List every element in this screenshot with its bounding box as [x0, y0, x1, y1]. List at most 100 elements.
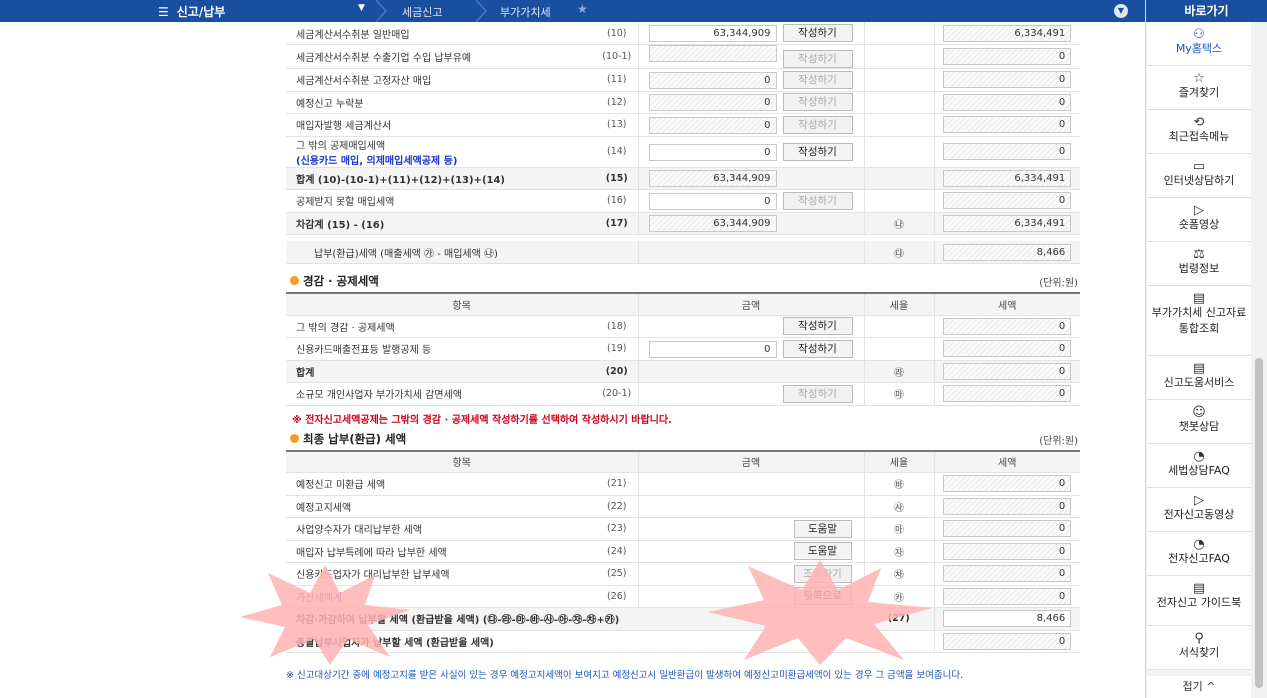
action-button[interactable]: 작성하기 [782, 142, 853, 161]
book-icon: ▤ [1192, 581, 1206, 596]
rate-symbol [863, 22, 934, 45]
col-header-tax: 세액 [933, 292, 1080, 316]
action-button[interactable]: 작성하기 [782, 317, 853, 336]
amount-field[interactable]: 63,344,909 [648, 25, 777, 42]
action-button[interactable]: 작성하기 [782, 339, 853, 358]
footnote: ※ 신고대상기간 중에 예정고지를 받은 사실이 있는 경우 예정고지세액이 보… [286, 670, 964, 681]
quick-link-item[interactable]: ⚇ My홈택스 [1147, 22, 1251, 66]
action-button[interactable]: 작성하기 [782, 50, 853, 68]
table-row: 세금계산서수취분 수출기업 수입 납부유예 (10-1) 작성하기 0 [286, 44, 1080, 69]
row-label: 합계 (10)-(10-1)+(11)+(12)+(13)+(14) [286, 167, 596, 190]
book-icon: ▤ [1192, 291, 1206, 306]
table-row: 총괄납부사업자가 납부할 세액 (환급받을 세액) 0 [286, 630, 1080, 653]
table-row: 예정신고 누락분 (12) 0 작성하기 0 [286, 91, 1080, 114]
top-nav-bar: ☰ 신고/납부 ▼ 세금신고 부가가치세 ★ ▼ [0, 0, 1145, 22]
tax-amount-field: 0 [943, 192, 1072, 210]
row-label: 신용카드매출전표등 발행공제 등 [286, 337, 596, 361]
action-button[interactable]: 작성하기 [782, 115, 853, 134]
row-label: 신용카드업자가 대리납부한 납부세액 [286, 562, 596, 586]
rate-symbol: ㉷ [863, 562, 934, 586]
rate-symbol: ㉴ [863, 495, 934, 518]
amount-field: 63,344,909 [648, 214, 777, 232]
chat-icon: ◔ [1193, 537, 1205, 552]
tax-amount-field: 0 [943, 520, 1072, 538]
main-menu-button[interactable]: ☰ 신고/납부 [158, 3, 225, 20]
row-number: (20) [596, 360, 638, 383]
quick-link-item[interactable]: ▷ 숏폼영상 [1147, 198, 1251, 242]
e-filing-credit-note: ※ 전자신고세액공제는 그밖의 경감 · 공제세액 작성하기를 선택하여 작성하… [292, 414, 672, 426]
row-number: (22) [596, 495, 638, 518]
quick-link-item[interactable]: ⚲ 서식찾기 [1147, 626, 1251, 670]
tax-amount-field: 0 [943, 497, 1072, 515]
row-number: (18) [596, 315, 638, 338]
action-button[interactable]: 작성하기 [782, 24, 853, 42]
row-label: 차감·가감하여 납부할 세액 (환급받을 세액) (㉰-㉱-㉲-㉳-㉴-㉵-㉶-… [286, 607, 864, 631]
quick-link-item[interactable]: ▤ 부가가치세 신고자료 통합조회 [1147, 286, 1251, 356]
collapse-button[interactable]: 접기 ^ [1147, 676, 1251, 698]
table-row: 차감·가감하여 납부할 세액 (환급받을 세액) (㉰-㉱-㉲-㉳-㉴-㉵-㉶-… [286, 607, 1080, 631]
quick-links-title: 바로가기 [1146, 0, 1267, 22]
row-label: 총괄납부사업자가 납부할 세액 (환급받을 세액) [286, 630, 934, 653]
tax-amount-field: 0 [943, 565, 1072, 583]
rate-symbol: ㉯ [863, 212, 934, 235]
row-label: 예정신고 미환급 세액 [286, 472, 596, 496]
action-button[interactable]: 뒷쪽으로 [793, 587, 852, 606]
row-number: (19) [596, 337, 638, 361]
tax-amount-field: 0 [943, 542, 1072, 560]
col-header-amount: 금액 [637, 449, 864, 473]
tax-amount-field: 0 [943, 632, 1072, 650]
quick-link-label: 세법상담FAQ [1168, 464, 1230, 477]
quick-link-item[interactable]: ▷ 전자신고동영상 [1147, 488, 1251, 532]
amount-field[interactable]: 0 [648, 340, 777, 358]
quick-link-item[interactable]: ◔ 전자신고FAQ [1147, 532, 1251, 576]
rate-symbol [863, 91, 934, 114]
row-number: (14) [596, 136, 638, 168]
quick-link-item[interactable]: ⟲ 최근접속메뉴 [1147, 110, 1251, 154]
action-button[interactable]: 작성하기 [782, 191, 853, 210]
row-number: (27) [864, 607, 934, 631]
chevron-down-icon[interactable]: ▼ [358, 3, 365, 13]
quick-link-item[interactable]: ▤ 신고도움서비스 [1147, 356, 1251, 400]
breadcrumb-separator-icon [375, 0, 388, 22]
reduction-section-header: 경감 · 공제세액 (단위:원) [286, 270, 1080, 292]
monitor-icon: ▭ [1192, 159, 1206, 174]
table-row: 매입자발행 세금계산서 (13) 0 작성하기 0 [286, 113, 1080, 137]
breadcrumb-tax-filing[interactable]: 세금신고 [402, 4, 442, 20]
quick-link-item[interactable]: ▤ 전자신고 가이드북 [1147, 576, 1251, 626]
row-number: (20-1) [596, 382, 638, 406]
quick-links-scrollbar[interactable] [1251, 22, 1267, 698]
col-header-item: 항목 [286, 449, 638, 473]
quick-link-item[interactable]: ▭ 인터넷상담하기 [1147, 154, 1251, 198]
action-button[interactable]: 작성하기 [782, 384, 853, 403]
tax-amount-field: 0 [943, 116, 1072, 134]
star-icon: ☆ [1193, 71, 1205, 86]
table-row: 합계 (10)-(10-1)+(11)+(12)+(13)+(14) (15) 63… [286, 167, 1080, 190]
row-number: (10) [596, 22, 638, 45]
recent-icon: ⟲ [1193, 115, 1205, 130]
favorite-star-icon[interactable]: ★ [577, 2, 588, 16]
scrollbar-thumb[interactable] [1255, 358, 1263, 688]
amount-field[interactable]: 0 [648, 192, 777, 210]
action-button[interactable]: 도움말 [793, 542, 852, 561]
row-number: (25) [596, 562, 638, 586]
amount-field[interactable]: 0 [648, 143, 777, 161]
amount-field: 0 [648, 116, 777, 134]
action-button[interactable]: 작성하기 [782, 93, 853, 112]
rate-symbol: ㉱ [863, 360, 934, 383]
action-button[interactable]: 조회하기 [793, 564, 852, 583]
gavel-icon: ⚖ [1193, 247, 1205, 262]
quick-link-label: 전자신고동영상 [1163, 508, 1235, 521]
quick-link-item[interactable]: ⚖ 법령정보 [1147, 242, 1251, 286]
breadcrumb-vat[interactable]: 부가가치세 [500, 4, 551, 20]
action-button[interactable]: 도움말 [793, 519, 852, 538]
quick-link-item[interactable]: ☺ 챗봇상담 [1147, 400, 1251, 444]
quick-link-item[interactable]: ◔ 세법상담FAQ [1147, 444, 1251, 488]
expand-circle-icon[interactable]: ▼ [1114, 4, 1128, 18]
action-button[interactable]: 작성하기 [782, 70, 853, 89]
quick-link-item[interactable]: ☆ 즐겨찾기 [1147, 66, 1251, 110]
row-label: 그 밖의 공제매입세액 (신용카드 매입, 의제매입세액공제 등) [286, 136, 596, 168]
tax-amount-field: 0 [943, 362, 1072, 380]
tax-amount-field: 0 [943, 71, 1072, 89]
final-tax-table: 항목 금액 세율 세액 예정신고 미환급 세액 (21) ㉳ 0 예정고지세액 (22) ㉴… [286, 449, 1080, 654]
rate-symbol [863, 44, 934, 69]
